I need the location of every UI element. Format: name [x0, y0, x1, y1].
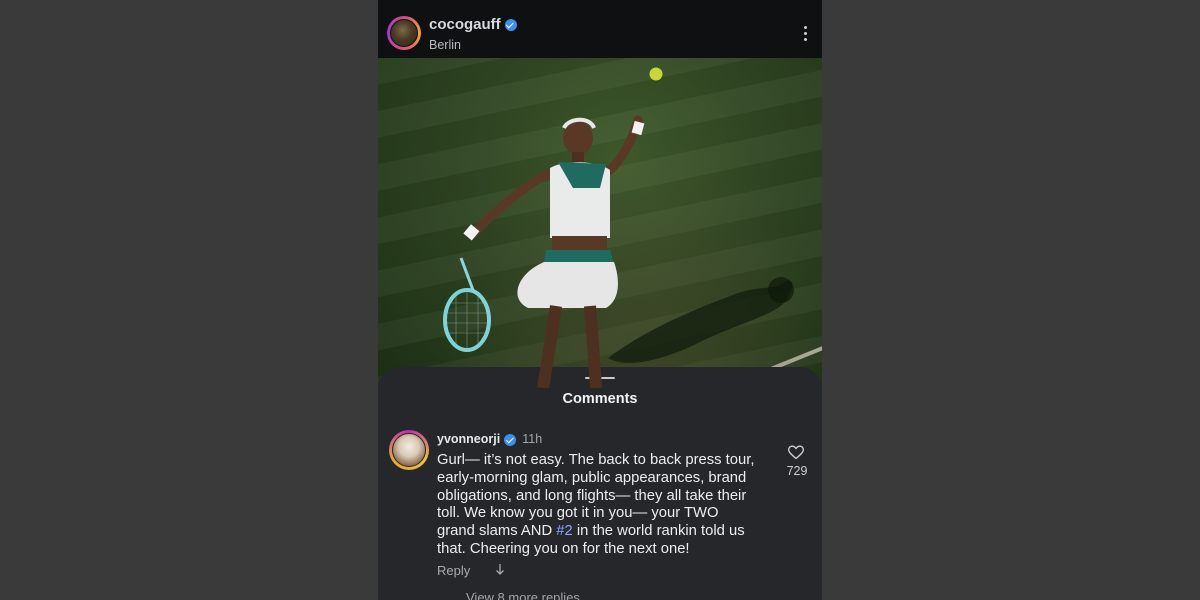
commenter-username[interactable]: yvonneorji 11h [437, 432, 542, 446]
post-location[interactable]: Berlin [429, 38, 461, 52]
author-username[interactable]: cocogauff [429, 16, 517, 33]
verified-badge-icon [504, 433, 517, 446]
reply-button[interactable]: Reply [437, 563, 470, 578]
arrow-down-icon[interactable] [494, 563, 506, 577]
verified-badge-icon [504, 19, 517, 32]
comments-sheet: Comments yvonneorji 11h Gurl— it’s not ea… [378, 367, 822, 600]
comment-text: Gurl— it’s not easy. The back to back pr… [437, 452, 755, 557]
like-count: 729 [786, 464, 808, 478]
commenter-avatar[interactable] [389, 430, 429, 470]
hashtag-link[interactable]: #2 [556, 523, 572, 539]
author-avatar[interactable] [387, 16, 421, 50]
tennis-player-image [443, 67, 794, 388]
comments-title: Comments [562, 391, 638, 407]
view-more-replies[interactable]: View 8 more replies [466, 590, 580, 600]
more-options-icon[interactable] [804, 26, 808, 42]
phone-screen: cocogauff Berlin Comments yvonneorji 11h… [378, 0, 822, 600]
post-photo[interactable] [378, 58, 822, 388]
comment-timestamp: 11h [522, 432, 543, 446]
heart-icon[interactable] [788, 445, 804, 460]
post-header: cocogauff Berlin [378, 0, 822, 58]
